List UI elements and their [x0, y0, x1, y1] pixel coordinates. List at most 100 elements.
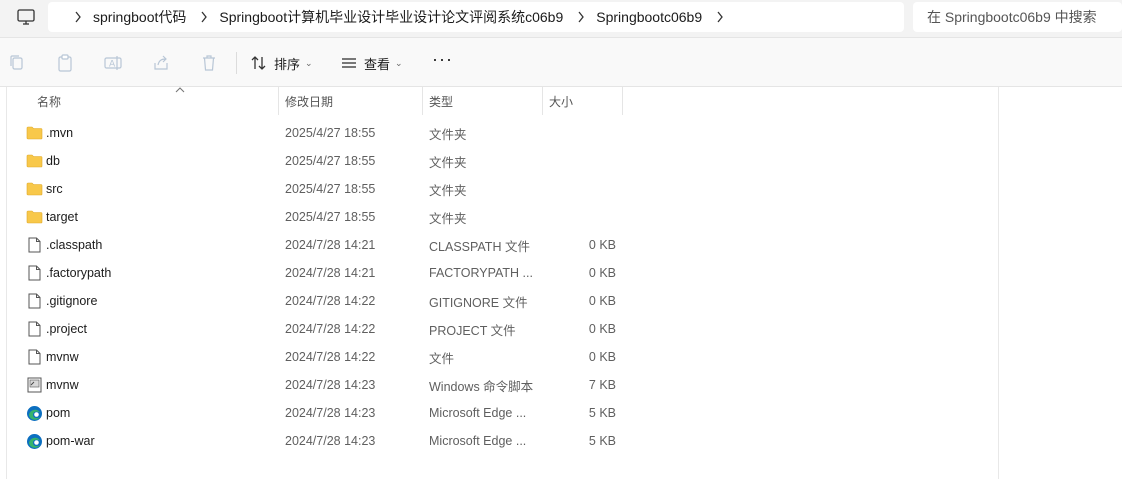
- folder-icon: [25, 209, 43, 225]
- column-header-name[interactable]: 名称: [31, 87, 279, 115]
- file-size: [543, 203, 616, 231]
- file-icon: [25, 237, 43, 253]
- folder-icon: [25, 125, 43, 141]
- breadcrumb-item[interactable]: springboot代码: [93, 7, 186, 27]
- file-icon: [25, 265, 43, 281]
- file-size: [543, 119, 616, 147]
- column-header-type[interactable]: 类型: [423, 87, 543, 115]
- file-row[interactable]: pom 2024/7/28 14:23 Microsoft Edge ... 5 KB: [7, 399, 1000, 427]
- rename-icon[interactable]: A: [104, 54, 122, 72]
- file-type: 文件夹: [429, 155, 467, 170]
- file-row[interactable]: target 2025/4/27 18:55 文件夹: [7, 203, 1000, 231]
- file-size: [543, 175, 616, 203]
- file-type: Microsoft Edge ...: [429, 434, 527, 448]
- file-size: 0 KB: [588, 238, 616, 252]
- file-name-cell[interactable]: mvnw: [25, 371, 275, 399]
- file-name-cell[interactable]: .factorypath: [25, 259, 275, 287]
- file-date: 2025/4/27 18:55: [285, 154, 376, 168]
- address-box[interactable]: springboot代码 Springboot计算机毕业设计毕业设计论文评阅系统…: [48, 2, 904, 32]
- file-name-cell[interactable]: pom-war: [25, 427, 275, 455]
- file-list: 名称 修改日期 类型 大小 .mvn 2025/4/27 18:55 文件夹 db 20…: [6, 87, 999, 479]
- sort-up-icon: [175, 85, 185, 96]
- folder-icon: [25, 153, 43, 169]
- file-type: 文件夹: [429, 127, 467, 142]
- file-name: db: [46, 154, 60, 168]
- file-name-cell[interactable]: .project: [25, 315, 275, 343]
- column-header-size[interactable]: 大小: [543, 87, 623, 115]
- view-button[interactable]: 查看 ⌄: [340, 50, 403, 76]
- file-name: .mvn: [46, 126, 74, 140]
- view-icon: [342, 58, 356, 68]
- chevron-right-icon[interactable]: [577, 11, 585, 23]
- command-toolbar: A 排序 ⌄ 查看 ⌄ ···: [0, 38, 1122, 87]
- file-row[interactable]: src 2025/4/27 18:55 文件夹: [7, 175, 1000, 203]
- file-name: pom: [46, 406, 71, 420]
- file-size: 0 KB: [588, 322, 616, 336]
- edge-icon: [25, 433, 43, 449]
- more-options-icon[interactable]: ···: [432, 50, 454, 74]
- chevron-right-icon[interactable]: [200, 11, 208, 23]
- file-name-cell[interactable]: .gitignore: [25, 287, 275, 315]
- chevron-right-icon[interactable]: [74, 11, 82, 23]
- file-name-cell[interactable]: src: [25, 175, 275, 203]
- file-icon: [25, 293, 43, 309]
- toolbar-divider: [236, 52, 237, 74]
- breadcrumb-item[interactable]: Springboot计算机毕业设计毕业设计论文评阅系统c06b9: [219, 7, 563, 27]
- file-type: GITIGNORE 文件: [429, 295, 528, 310]
- share-icon[interactable]: [152, 54, 170, 72]
- file-name: .project: [46, 322, 87, 336]
- file-icon: [25, 349, 43, 365]
- monitor-icon[interactable]: [16, 7, 36, 27]
- file-date: 2025/4/27 18:55: [285, 182, 376, 196]
- file-type: PROJECT 文件: [429, 323, 516, 338]
- file-row[interactable]: .mvn 2025/4/27 18:55 文件夹: [7, 119, 1000, 147]
- file-row[interactable]: db 2025/4/27 18:55 文件夹: [7, 147, 1000, 175]
- file-name-cell[interactable]: db: [25, 147, 275, 175]
- file-date: 2024/7/28 14:21: [285, 266, 376, 280]
- file-size: 0 KB: [588, 350, 616, 364]
- file-type: 文件夹: [429, 211, 467, 226]
- breadcrumb-item[interactable]: Springbootc06b9: [596, 9, 702, 25]
- sort-icon: [251, 56, 266, 70]
- copy-icon[interactable]: [8, 54, 26, 72]
- file-date: 2024/7/28 14:23: [285, 434, 376, 448]
- file-icon: [25, 321, 43, 337]
- file-name-cell[interactable]: target: [25, 203, 275, 231]
- file-name: mvnw: [46, 378, 79, 392]
- file-name-cell[interactable]: .classpath: [25, 231, 275, 259]
- file-row[interactable]: mvnw 2024/7/28 14:23 Windows 命令脚本 7 KB: [7, 371, 1000, 399]
- file-row[interactable]: .factorypath 2024/7/28 14:21 FACTORYPATH .…: [7, 259, 1000, 287]
- file-date: 2025/4/27 18:55: [285, 210, 376, 224]
- file-row[interactable]: mvnw 2024/7/28 14:22 文件 0 KB: [7, 343, 1000, 371]
- column-header-date[interactable]: 修改日期: [279, 87, 423, 115]
- file-name: src: [46, 182, 63, 196]
- edge-icon: [25, 405, 43, 421]
- file-row[interactable]: .project 2024/7/28 14:22 PROJECT 文件 0 KB: [7, 315, 1000, 343]
- file-size: 5 KB: [588, 434, 616, 448]
- file-name-cell[interactable]: pom: [25, 399, 275, 427]
- file-size: 0 KB: [588, 294, 616, 308]
- file-row[interactable]: pom-war 2024/7/28 14:23 Microsoft Edge ...…: [7, 427, 1000, 455]
- chevron-right-icon[interactable]: [716, 11, 724, 23]
- file-date: 2024/7/28 14:22: [285, 350, 376, 364]
- file-type: FACTORYPATH ...: [429, 266, 533, 280]
- search-input[interactable]: 在 Springbootc06b9 中搜索: [913, 2, 1122, 32]
- folder-icon: [25, 181, 43, 197]
- file-name: mvnw: [46, 350, 79, 364]
- file-name: .gitignore: [46, 294, 98, 308]
- file-type: Microsoft Edge ...: [429, 406, 527, 420]
- delete-icon[interactable]: [200, 54, 218, 72]
- file-name-cell[interactable]: .mvn: [25, 119, 275, 147]
- file-name: pom-war: [46, 434, 95, 448]
- file-row[interactable]: .classpath 2024/7/28 14:21 CLASSPATH 文件 0 K…: [7, 231, 1000, 259]
- file-date: 2024/7/28 14:21: [285, 238, 376, 252]
- view-label: 查看: [364, 56, 391, 72]
- column-header-name-label: 名称: [37, 94, 62, 109]
- file-type: Windows 命令脚本: [429, 379, 534, 394]
- file-name-cell[interactable]: mvnw: [25, 343, 275, 371]
- file-date: 2024/7/28 14:22: [285, 294, 376, 308]
- file-row[interactable]: .gitignore 2024/7/28 14:22 GITIGNORE 文件 0 K…: [7, 287, 1000, 315]
- sort-button[interactable]: 排序 ⌄: [250, 50, 313, 76]
- paste-icon[interactable]: [56, 54, 74, 72]
- sort-label: 排序: [274, 56, 301, 72]
